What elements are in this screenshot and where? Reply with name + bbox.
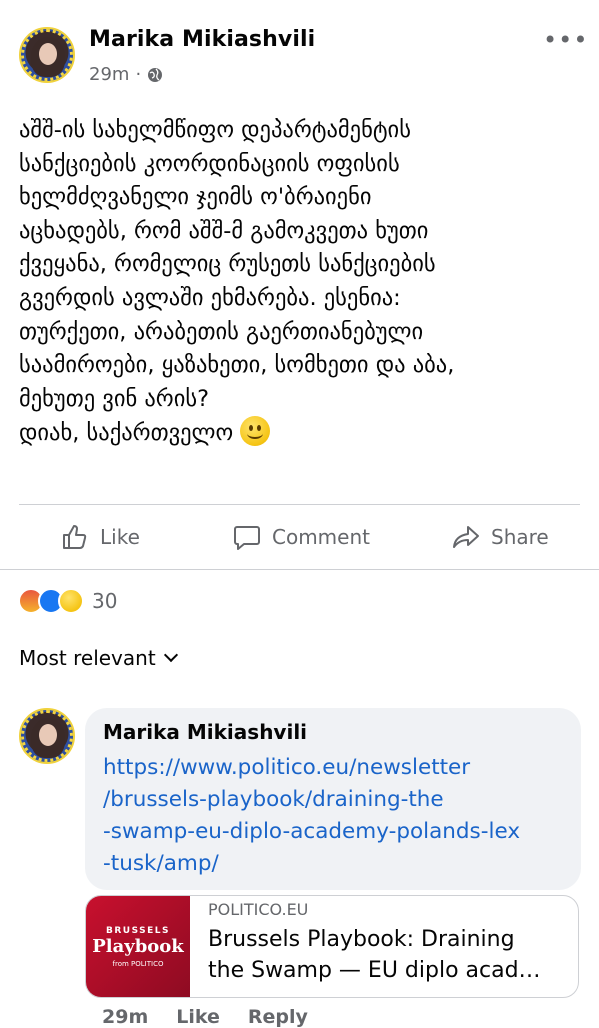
share-icon	[453, 526, 479, 548]
meta-separator: ·	[135, 64, 142, 85]
comment-reply-button[interactable]: Reply	[248, 1006, 308, 1028]
like-button[interactable]: Like	[60, 522, 140, 552]
divider	[19, 504, 580, 505]
like-label: Like	[100, 525, 140, 549]
post-meta: 29m ·	[89, 64, 163, 85]
more-options-icon[interactable]: •••	[543, 26, 588, 54]
post-actions: Like Comment Share	[0, 508, 599, 568]
like-icon	[63, 525, 87, 549]
post-time[interactable]: 29m	[89, 64, 129, 85]
thumb-kicker: BRUSSELS	[105, 926, 171, 936]
comment-link[interactable]: https://www.politico.eu/newsletter /brus…	[103, 752, 573, 880]
link-preview-card[interactable]: BRUSSELS Playbook from POLITICO POLITICO…	[85, 895, 579, 998]
share-label: Share	[491, 525, 549, 549]
comment-label: Comment	[272, 525, 370, 549]
chevron-down-icon	[163, 647, 178, 663]
reactions-summary[interactable]: 30	[18, 588, 117, 614]
comment-bubble: Marika Mikiashvili https://www.politico.…	[85, 708, 581, 890]
comment-like-button[interactable]: Like	[176, 1006, 220, 1028]
link-domain: POLITICO.EU	[208, 900, 309, 919]
sad-reaction-icon	[58, 588, 84, 614]
share-button[interactable]: Share	[451, 522, 549, 552]
smile-emoji-icon	[240, 416, 271, 447]
comment-footer: 29m Like Reply	[102, 1006, 308, 1028]
thumb-title: Playbook	[92, 936, 184, 957]
comment-icon	[234, 526, 260, 550]
reaction-count: 30	[92, 589, 118, 613]
commenter-avatar[interactable]	[19, 708, 75, 764]
section-divider	[0, 569, 599, 570]
post-body: აშშ-ის სახელმწიფო დეპარტამენტის სანქციებ…	[19, 114, 584, 451]
thumb-from: from POLITICO	[112, 960, 164, 968]
post-text: აშშ-ის სახელმწიფო დეპარტამენტის სანქციებ…	[19, 117, 455, 447]
globe-icon	[148, 67, 163, 82]
comment-time: 29m	[102, 1006, 149, 1028]
link-thumbnail: BRUSSELS Playbook from POLITICO	[86, 896, 190, 997]
author-avatar[interactable]	[19, 27, 75, 83]
comment-sort-dropdown[interactable]: Most relevant	[19, 646, 178, 670]
post-header: Marika Mikiashvili 29m · •••	[0, 0, 599, 100]
comment-author[interactable]: Marika Mikiashvili	[103, 720, 307, 744]
author-name[interactable]: Marika Mikiashvili	[89, 27, 315, 52]
comment-button[interactable]: Comment	[232, 522, 370, 552]
link-title: Brussels Playbook: Draining the Swamp — …	[208, 927, 541, 983]
sort-label: Most relevant	[19, 646, 156, 670]
